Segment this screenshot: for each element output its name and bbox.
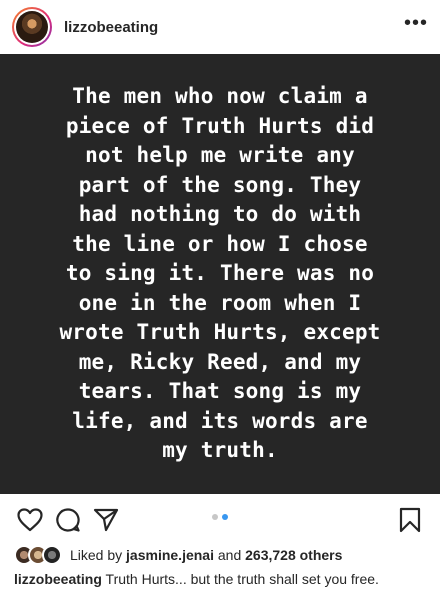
avatar xyxy=(42,545,62,565)
share-icon[interactable] xyxy=(90,504,122,536)
caption-text: Truth Hurts... but the truth shall set y… xyxy=(105,571,379,587)
post-text: The men who now claim a piece of Truth H… xyxy=(59,84,381,463)
profile-picture xyxy=(16,11,48,43)
comment-icon[interactable] xyxy=(52,504,84,536)
caption: lizzobeeating Truth Hurts... but the tru… xyxy=(14,571,434,587)
heart-icon[interactable] xyxy=(14,504,46,536)
carousel-dot xyxy=(212,514,218,520)
avatar[interactable] xyxy=(12,7,52,47)
liker-avatars xyxy=(14,545,62,565)
liked-by-label: Liked by xyxy=(70,547,123,563)
liked-by-connector: and xyxy=(217,547,242,563)
carousel-indicator xyxy=(212,514,228,520)
caption-username[interactable]: lizzobeeating xyxy=(14,571,102,587)
likes-row: Liked by jasmine.jenai and 263,728 other… xyxy=(14,543,342,567)
username[interactable]: lizzobeeating xyxy=(64,19,158,36)
carousel-dot-active xyxy=(222,514,228,520)
liked-by-user[interactable]: jasmine.jenai xyxy=(126,547,214,563)
likes-count[interactable]: 263,728 others xyxy=(245,547,342,563)
action-bar xyxy=(0,500,440,540)
bookmark-icon[interactable] xyxy=(394,504,426,536)
post-image: The men who now claim a piece of Truth H… xyxy=(0,54,440,494)
post-header: lizzobeeating ••• xyxy=(0,0,440,54)
more-horizontal-icon[interactable]: ••• xyxy=(404,13,428,41)
avatar-frame xyxy=(14,9,50,45)
